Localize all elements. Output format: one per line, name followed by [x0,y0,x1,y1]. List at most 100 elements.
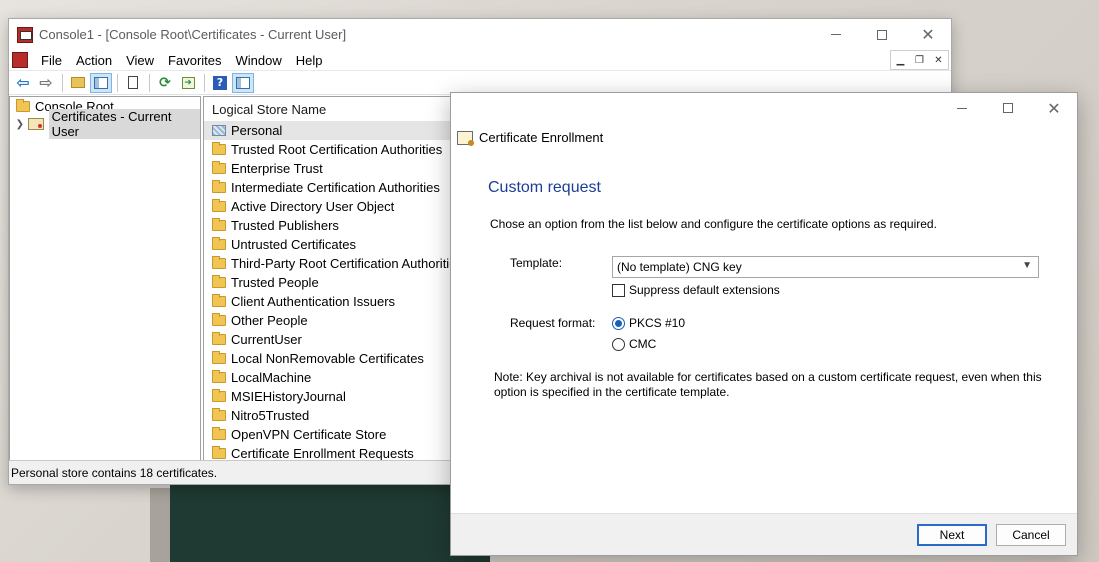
menu-view[interactable]: View [119,53,161,68]
tree-item-certificates-current-user[interactable]: ❯ Certificates - Current User [10,109,200,139]
menu-action[interactable]: Action [69,53,119,68]
maximize-icon [877,29,887,40]
menu-file[interactable]: File [34,53,69,68]
action-pane-icon [236,76,250,89]
mdi-minimize-button[interactable]: ▁ [891,51,910,69]
format-option-cmc[interactable]: CMC [612,337,656,351]
help-button[interactable]: ? [209,73,231,93]
folder-icon [212,180,226,193]
up-one-level-button[interactable] [67,73,89,93]
list-item-label: Personal [231,123,283,138]
list-item-label: Nitro5Trusted [231,408,310,423]
forward-arrow-icon: ⇨ [39,73,53,92]
folder-icon [212,446,226,459]
folder-icon [212,408,226,421]
personal-store-icon [212,125,226,136]
list-item-label: Trusted Publishers [231,218,339,233]
cancel-button[interactable]: Cancel [996,524,1066,546]
list-item[interactable]: OpenVPN Certificate Store [204,425,462,444]
list-item-label: Trusted Root Certification Authorities [231,142,443,157]
list-item[interactable]: Untrusted Certificates [204,235,462,254]
list-item[interactable]: Certificate Enrollment Requests [204,444,462,460]
list-item[interactable]: Local NonRemovable Certificates [204,349,462,368]
certificates-snapin-icon [27,118,44,130]
list-item[interactable]: Enterprise Trust [204,159,462,178]
template-selected-value: (No template) CNG key [617,260,742,274]
list-item-label: Untrusted Certificates [231,237,356,252]
list-item[interactable]: Trusted People [204,273,462,292]
maximize-button[interactable] [859,19,905,50]
list-item[interactable]: Other People [204,311,462,330]
list-item[interactable]: LocalMachine [204,368,462,387]
folder-icon [212,351,226,364]
toolbar-separator [62,73,63,92]
list-item[interactable]: Nitro5Trusted [204,406,462,425]
chevron-down-icon: ▼ [1022,260,1032,271]
console-document-icon[interactable] [12,52,28,68]
dialog-maximize-button[interactable] [985,93,1031,123]
console-tree: Console Root ❯ Certificates - Current Us… [9,96,201,461]
next-button[interactable]: Next [917,524,987,546]
list-item-label: OpenVPN Certificate Store [231,427,387,442]
list-item-label: LocalMachine [231,370,312,385]
mdi-restore-button[interactable]: ❐ [910,51,929,69]
minimize-button[interactable] [813,19,859,50]
list-item[interactable]: Client Authentication Issuers [204,292,462,311]
minimize-icon [831,34,841,35]
dialog-close-button[interactable]: ✕ [1031,93,1077,123]
store-list: Logical Store Name Personal Trusted Root… [203,96,463,461]
dialog-minimize-button[interactable] [939,93,985,123]
template-dropdown[interactable]: (No template) CNG key ▼ [612,256,1039,278]
folder-icon [212,142,226,155]
toolbar-separator [117,73,118,92]
menu-favorites[interactable]: Favorites [161,53,228,68]
pkcs10-radio[interactable] [612,316,625,330]
show-action-pane-button[interactable] [232,72,254,93]
instruction-text: Chose an option from the list below and … [490,217,937,231]
refresh-icon: ⟳ [159,74,171,91]
list-item[interactable]: Personal [204,121,462,140]
folder-icon [212,294,226,307]
export-icon: ➜ [181,76,195,89]
list-item-label: Local NonRemovable Certificates [231,351,424,366]
clipboard-icon [128,76,138,89]
close-button[interactable]: ✕ [905,19,951,50]
page-heading: Custom request [488,179,601,196]
mdi-window-controls: ▁ ❐ ✕ [890,50,949,70]
list-item-label: MSIEHistoryJournal [231,389,346,404]
list-item-label: CurrentUser [231,332,302,347]
certificate-enrollment-dialog: ✕ Certificate Enrollment Custom request … [450,92,1078,556]
list-item[interactable]: Trusted Publishers [204,216,462,235]
toolbar-separator [204,73,205,92]
show-hide-tree-button[interactable] [90,72,112,93]
suppress-extensions-option[interactable]: Suppress default extensions [612,283,780,297]
menu-help[interactable]: Help [289,53,330,68]
certificate-enrollment-icon [457,130,474,146]
dialog-title: Certificate Enrollment [479,130,604,145]
list-item[interactable]: Trusted Root Certification Authorities [204,140,462,159]
dialog-window-controls: ✕ [939,93,1077,123]
menu-window[interactable]: Window [229,53,289,68]
folder-icon [212,237,226,250]
list-item[interactable]: Third-Party Root Certification Authoriti… [204,254,462,273]
export-list-button[interactable]: ➜ [177,73,199,93]
properties-button[interactable] [122,73,144,93]
forward-button[interactable]: ⇨ [35,73,57,93]
column-header-logical-store-name[interactable]: Logical Store Name [204,97,462,121]
window-controls: ✕ [813,19,951,50]
list-item[interactable]: Intermediate Certification Authorities [204,178,462,197]
cmc-radio[interactable] [612,337,625,351]
expand-chevron-icon[interactable]: ❯ [14,119,26,130]
back-button[interactable]: ⇦ [12,73,34,93]
folder-icon [212,218,226,231]
list-item[interactable]: CurrentUser [204,330,462,349]
suppress-extensions-checkbox[interactable] [612,283,625,297]
list-item[interactable]: Active Directory User Object [204,197,462,216]
mmc-window-title: Console1 - [Console Root\Certificates - … [39,27,347,42]
list-item-label: Other People [231,313,308,328]
refresh-button[interactable]: ⟳ [154,73,176,93]
format-option-pkcs10[interactable]: PKCS #10 [612,316,685,330]
folder-icon [212,370,226,383]
list-item[interactable]: MSIEHistoryJournal [204,387,462,406]
mdi-close-button[interactable]: ✕ [929,51,948,69]
